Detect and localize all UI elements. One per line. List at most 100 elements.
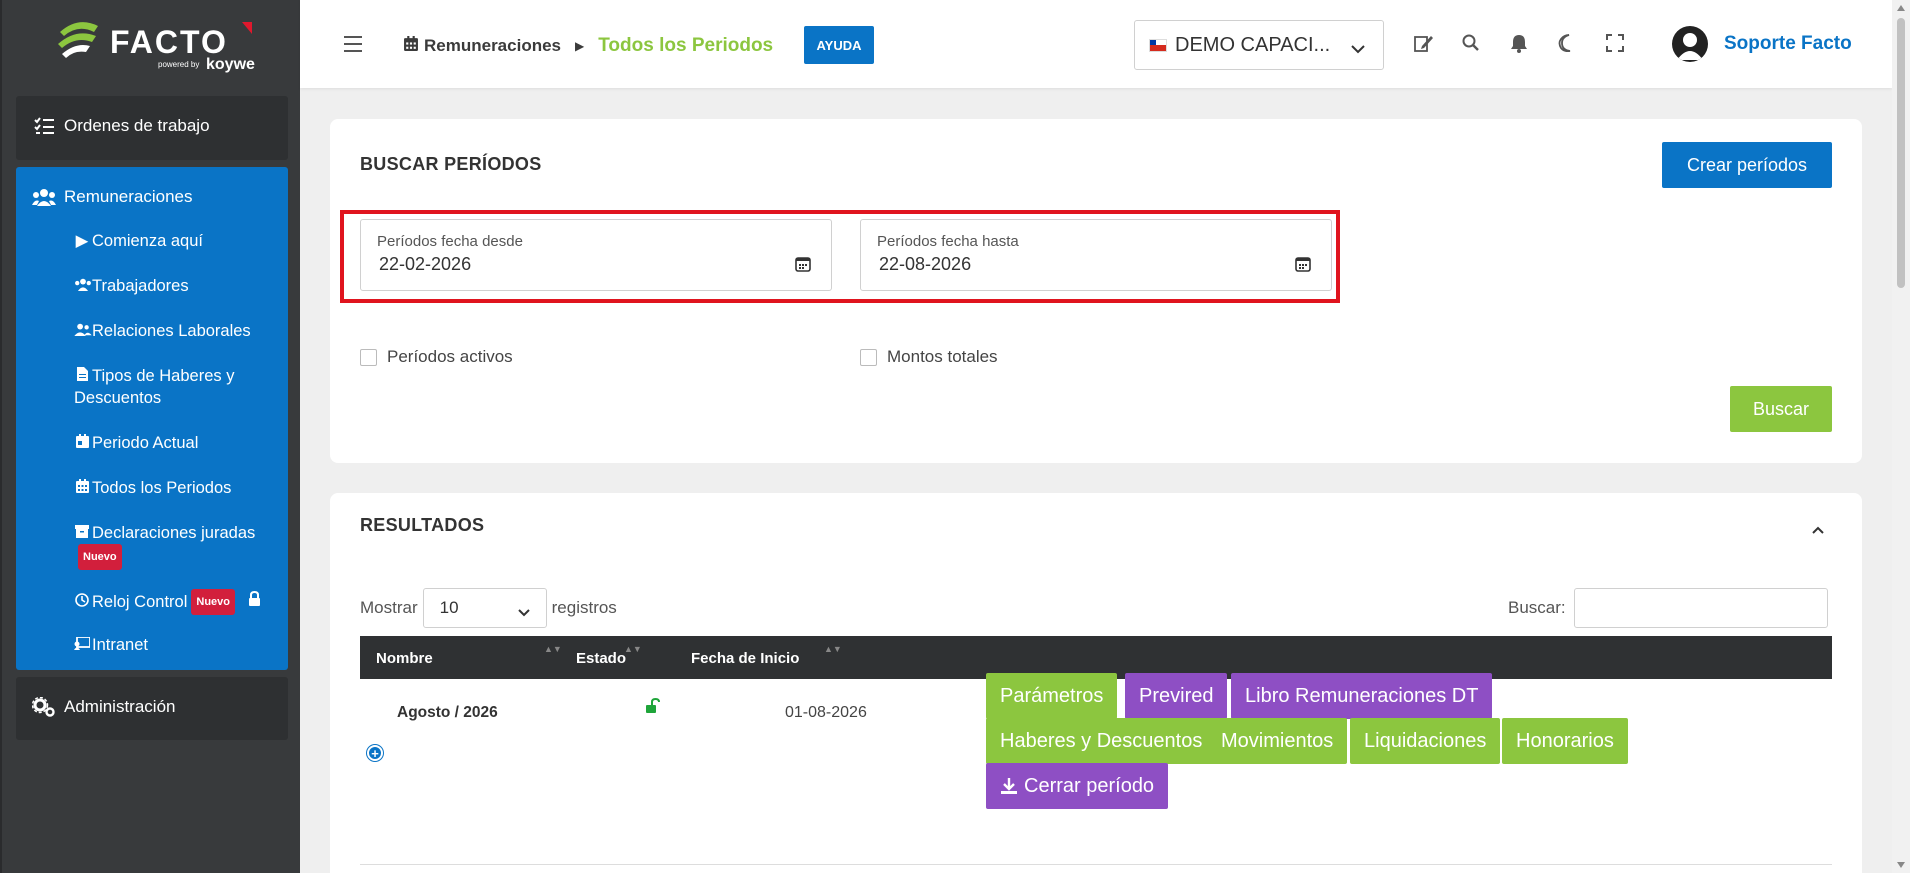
sidebar-item-label: Intranet xyxy=(92,636,148,654)
task-list-icon xyxy=(32,116,56,136)
sidebar-item-label: Relaciones Laborales xyxy=(92,322,251,340)
table-search: Buscar: xyxy=(1508,588,1828,628)
chalkboard-icon xyxy=(74,634,91,656)
page-length-select[interactable]: 10 xyxy=(422,588,547,628)
breadcrumb-parent[interactable]: Remuneraciones xyxy=(424,36,561,56)
show-label: Mostrar xyxy=(360,598,418,617)
column-header-nombre[interactable]: Nombre xyxy=(376,650,433,667)
haberes-descuentos-button[interactable]: Haberes y Descuentos xyxy=(986,718,1217,764)
calendar-icon[interactable] xyxy=(1295,256,1311,277)
chile-flag-icon xyxy=(1149,38,1167,52)
lock-icon xyxy=(248,590,261,610)
signature-icon[interactable] xyxy=(1414,34,1434,54)
row-divider xyxy=(360,864,1832,865)
sidebar-item-intranet[interactable]: Intranet xyxy=(74,634,294,656)
new-badge: Nuevo xyxy=(191,589,235,615)
sidebar-item-tipos[interactable]: Tipos de Haberes y Descuentos xyxy=(74,365,294,409)
unlock-icon xyxy=(645,697,661,719)
parametros-button[interactable]: Parámetros xyxy=(986,673,1118,719)
sidebar-item-declaraciones[interactable]: Declaraciones juradas Nuevo xyxy=(74,522,294,570)
facto-logo[interactable]: FACTO powered by koywe xyxy=(54,16,255,76)
logo-accent-icon xyxy=(242,22,252,34)
avatar[interactable] xyxy=(1672,26,1708,62)
total-amounts-label: Montos totales xyxy=(887,347,998,366)
date-from-value[interactable]: 22-02-2026 xyxy=(379,254,471,275)
close-period-label: Cerrar período xyxy=(1024,774,1155,797)
records-label: registros xyxy=(551,598,617,617)
expand-row-icon[interactable]: + xyxy=(367,745,383,761)
sidebar-item-todos-periodos[interactable]: Todos los Periodos xyxy=(74,477,294,499)
search-card-title: BUSCAR PERÍODOS xyxy=(360,154,542,174)
bell-icon[interactable] xyxy=(1510,34,1530,54)
fullscreen-icon[interactable] xyxy=(1606,34,1626,54)
results-title: RESULTADOS xyxy=(360,515,485,535)
chevron-up-icon[interactable] xyxy=(1812,521,1824,539)
date-to-value[interactable]: 22-08-2026 xyxy=(879,254,971,275)
table-search-input[interactable] xyxy=(1573,588,1828,628)
date-from-field[interactable]: Períodos fecha desde 22-02-2026 xyxy=(360,219,832,291)
date-from-label: Períodos fecha desde xyxy=(377,233,523,250)
sidebar-item-label: Administración xyxy=(64,697,176,716)
chevron-down-icon xyxy=(517,602,530,622)
users-icon xyxy=(32,187,56,207)
active-periods-checkbox[interactable]: Períodos activos xyxy=(360,347,513,367)
column-header-estado[interactable]: Estado xyxy=(576,650,626,667)
sidebar-item-relaciones[interactable]: Relaciones Laborales xyxy=(74,320,294,342)
company-name: DEMO CAPACI... xyxy=(1175,33,1331,56)
sidebar-item-periodo-actual[interactable]: Periodo Actual xyxy=(74,432,294,454)
checkbox-box[interactable] xyxy=(860,348,877,366)
user-name[interactable]: Soporte Facto xyxy=(1724,33,1852,55)
results-card: RESULTADOS Mostrar 10 registros Buscar: … xyxy=(330,493,1862,873)
logo-partner: koywe xyxy=(206,56,255,73)
breadcrumb-current: Todos los Periodos xyxy=(598,35,774,56)
search-button[interactable]: Buscar xyxy=(1730,386,1832,432)
help-button[interactable]: AYUDA xyxy=(804,26,874,64)
liquidaciones-button[interactable]: Liquidaciones xyxy=(1350,718,1501,764)
page-scrollbar[interactable] xyxy=(1892,0,1910,873)
sidebar-item-administracion[interactable]: Administración xyxy=(16,677,288,740)
previred-button[interactable]: Previred xyxy=(1125,673,1228,719)
create-periods-button[interactable]: Crear períodos xyxy=(1662,142,1832,188)
sort-icon[interactable]: ▲▼ xyxy=(624,644,642,654)
page-length-value: 10 xyxy=(439,598,459,617)
sidebar-item-label: Periodo Actual xyxy=(92,434,199,452)
calendar-icon xyxy=(74,477,90,499)
sidebar-item-label: Trabajadores xyxy=(92,277,189,295)
movimientos-button[interactable]: Movimientos xyxy=(1207,718,1348,764)
sidebar-item-reloj-control[interactable]: Reloj Control Nuevo xyxy=(74,589,294,615)
scrollbar-thumb[interactable] xyxy=(1897,18,1905,288)
sidebar-item-comienza[interactable]: ▶ Comienza aquí xyxy=(74,230,294,252)
sort-icon[interactable]: ▲▼ xyxy=(824,644,842,654)
users-icon xyxy=(74,275,91,297)
calendar-icon xyxy=(404,36,418,56)
active-periods-label: Períodos activos xyxy=(387,347,513,366)
total-amounts-checkbox[interactable]: Montos totales xyxy=(860,347,998,367)
cogs-icon xyxy=(32,697,56,717)
sidebar-item-remuneraciones[interactable]: Remuneraciones xyxy=(32,187,193,207)
archive-icon xyxy=(74,522,90,544)
user-friends-icon xyxy=(74,320,92,342)
moon-icon[interactable] xyxy=(1558,34,1578,54)
sidebar-section-label: Remuneraciones xyxy=(64,187,193,206)
sort-icon[interactable]: ▲▼ xyxy=(544,644,562,654)
sidebar-item-label: Todos los Periodos xyxy=(92,479,232,497)
sidebar-item-ordenes[interactable]: Ordenes de trabajo xyxy=(16,96,288,160)
libro-remuneraciones-button[interactable]: Libro Remuneraciones DT xyxy=(1231,673,1493,719)
date-to-field[interactable]: Períodos fecha hasta 22-08-2026 xyxy=(860,219,1332,291)
facto-logo-icon xyxy=(58,22,98,58)
search-icon[interactable] xyxy=(1462,34,1482,54)
honorarios-button[interactable]: Honorarios xyxy=(1502,718,1628,764)
sidebar-item-trabajadores[interactable]: Trabajadores xyxy=(74,275,294,297)
clock-icon xyxy=(74,591,90,613)
company-selector[interactable]: DEMO CAPACI... xyxy=(1134,20,1384,70)
period-name: Agosto / 2026 xyxy=(397,704,498,721)
close-period-button[interactable]: Cerrar período xyxy=(986,763,1169,809)
search-periods-card: BUSCAR PERÍODOS Crear períodos Períodos … xyxy=(330,119,1862,463)
table-search-label: Buscar: xyxy=(1508,598,1566,617)
menu-toggle-icon[interactable] xyxy=(344,36,362,52)
column-header-fecha[interactable]: Fecha de Inicio xyxy=(691,650,799,667)
scroll-up-icon[interactable] xyxy=(1897,5,1905,11)
calendar-icon[interactable] xyxy=(795,256,811,277)
scroll-down-icon[interactable] xyxy=(1897,862,1905,868)
checkbox-box[interactable] xyxy=(360,348,377,366)
